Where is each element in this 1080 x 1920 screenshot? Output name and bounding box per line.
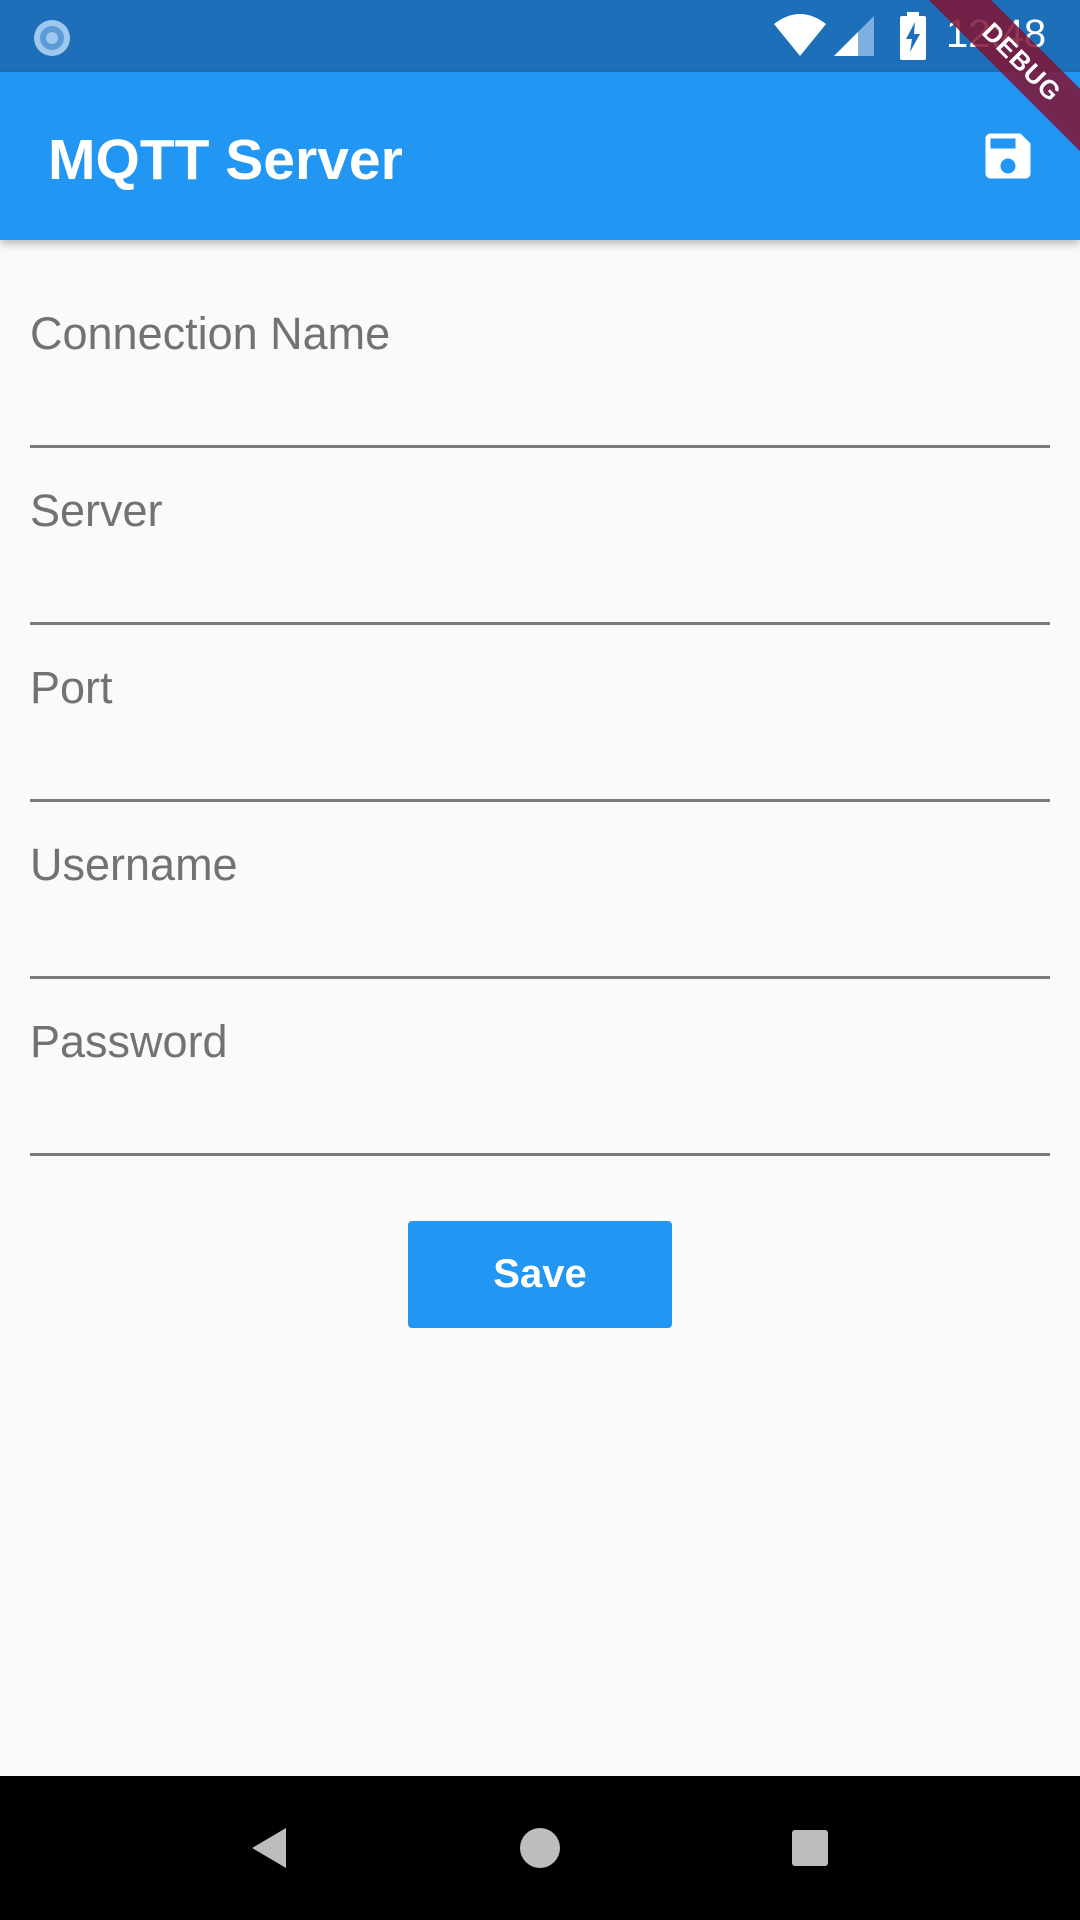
password-label: Password bbox=[30, 1016, 228, 1067]
back-icon bbox=[252, 1828, 286, 1868]
navigation-bar bbox=[0, 1776, 1080, 1920]
password-input[interactable] bbox=[30, 1096, 1050, 1156]
back-button[interactable] bbox=[234, 1812, 306, 1884]
home-button[interactable] bbox=[504, 1812, 576, 1884]
server-label: Server bbox=[30, 485, 163, 536]
app-bar: MQTT Server bbox=[0, 72, 1080, 240]
password-field[interactable]: Password bbox=[30, 1016, 1050, 1156]
home-icon bbox=[520, 1828, 560, 1868]
battery-charging-icon bbox=[900, 12, 926, 60]
wifi-icon bbox=[774, 14, 826, 56]
username-label: Username bbox=[30, 839, 238, 890]
status-bar: 12:48 bbox=[0, 0, 1080, 72]
server-field[interactable]: Server bbox=[30, 485, 1050, 625]
connection-name-label: Connection Name bbox=[30, 308, 391, 359]
save-button[interactable]: Save bbox=[408, 1221, 672, 1328]
port-field[interactable]: Port bbox=[30, 662, 1050, 802]
recents-button[interactable] bbox=[774, 1812, 846, 1884]
port-label: Port bbox=[30, 662, 113, 713]
save-icon-button[interactable] bbox=[978, 126, 1038, 186]
username-field[interactable]: Username bbox=[30, 839, 1050, 979]
page-title: MQTT Server bbox=[48, 128, 403, 192]
recents-icon bbox=[792, 1830, 828, 1866]
username-input[interactable] bbox=[30, 919, 1050, 979]
server-input[interactable] bbox=[30, 565, 1050, 625]
signal-icon bbox=[834, 16, 874, 56]
port-input[interactable] bbox=[30, 742, 1050, 802]
save-icon bbox=[985, 133, 1031, 179]
loading-icon bbox=[34, 20, 70, 56]
connection-name-input[interactable] bbox=[30, 388, 1050, 448]
connection-name-field[interactable]: Connection Name bbox=[30, 308, 1050, 448]
